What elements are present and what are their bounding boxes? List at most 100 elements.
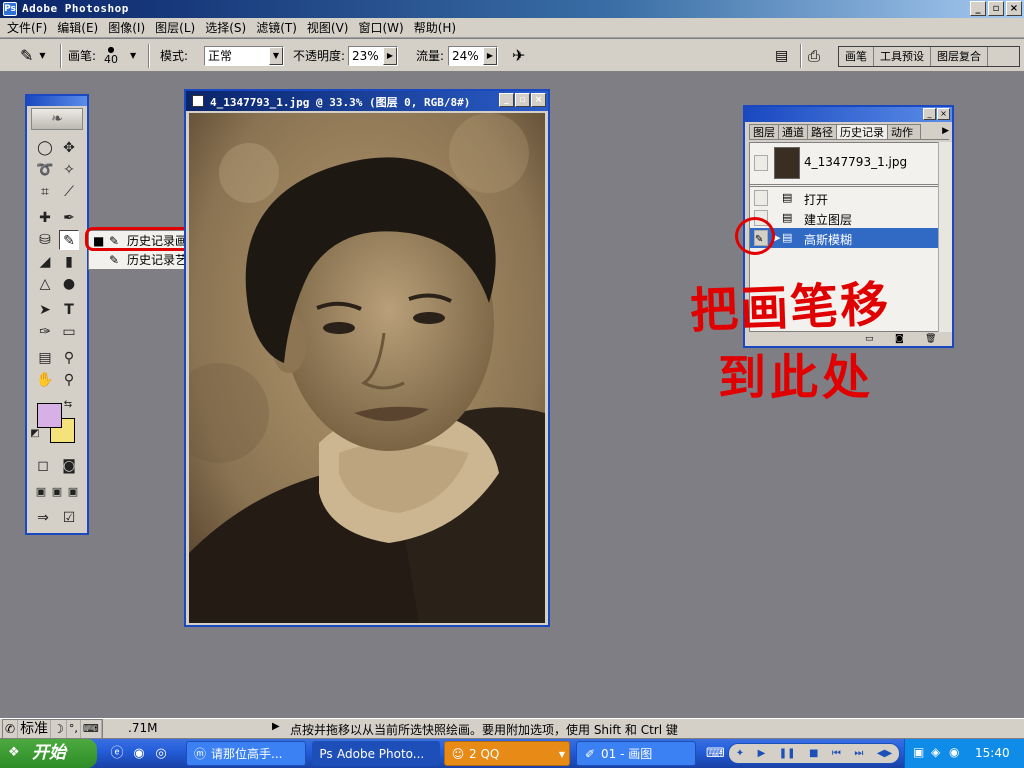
toolbox-title-bar[interactable]: [27, 96, 87, 106]
tab-paths[interactable]: 路径: [807, 124, 837, 139]
doc-minimize-button[interactable]: _: [499, 93, 514, 107]
taskbar-button-qq[interactable]: ☺ 2 QQ ▼: [444, 741, 570, 766]
taskbar-button-forum[interactable]: ⓜ 请那位高手...: [186, 741, 306, 766]
type-tool-icon[interactable]: T: [59, 300, 79, 320]
brush-dropdown-icon[interactable]: ▼: [130, 51, 136, 60]
tab-layers[interactable]: 图层: [749, 124, 779, 139]
volume-icon[interactable]: ◀▶: [877, 748, 892, 759]
doc-maximize-button[interactable]: ▫: [515, 93, 530, 107]
volume-tray-icon[interactable]: ◈: [931, 745, 940, 759]
standard-mode-icon[interactable]: ◻: [33, 456, 53, 476]
ie-icon[interactable]: ⓔ: [108, 745, 126, 763]
security-icon[interactable]: ◉: [949, 745, 959, 759]
file-browser-icon[interactable]: ▤: [775, 48, 788, 64]
flow-field[interactable]: 24% ▶: [448, 45, 498, 66]
palette-minimize-button[interactable]: _: [923, 108, 936, 120]
foreground-color-swatch[interactable]: [37, 403, 62, 428]
mode-select[interactable]: 正常 ▼: [204, 45, 284, 66]
network-icon[interactable]: ▣: [913, 745, 924, 759]
history-state[interactable]: ▤ 打开: [750, 188, 940, 208]
history-state[interactable]: ▤ 建立图层: [750, 208, 940, 228]
tab-actions[interactable]: 动作: [887, 124, 921, 139]
imageready-jump-icon[interactable]: ⇒: [33, 508, 53, 528]
clone-stamp-tool-icon[interactable]: ⛁: [35, 230, 55, 250]
menu-select[interactable]: 选择(S): [202, 19, 253, 36]
stop-icon[interactable]: ■: [809, 748, 818, 759]
ime-logo-icon[interactable]: ✆: [3, 720, 19, 738]
screen-mode-full-icon[interactable]: ▣: [63, 482, 83, 502]
close-button[interactable]: ×: [1006, 1, 1022, 16]
checkbox-icon[interactable]: ☑: [59, 508, 79, 528]
restore-button[interactable]: ▫: [988, 1, 1004, 16]
opacity-field[interactable]: 23% ▶: [348, 45, 398, 66]
blur-tool-icon[interactable]: △: [35, 274, 55, 294]
airbrush-icon[interactable]: ✈: [512, 46, 525, 65]
punctuation-icon[interactable]: °,: [67, 720, 81, 738]
menu-filter[interactable]: 滤镜(T): [253, 19, 304, 36]
player-icon[interactable]: ✦: [736, 748, 744, 759]
healing-brush-tool-icon[interactable]: ✚: [35, 208, 55, 228]
pause-icon[interactable]: ❚❚: [779, 748, 796, 759]
chevron-right-icon[interactable]: ▶: [383, 46, 397, 65]
doc-close-button[interactable]: ×: [531, 93, 546, 107]
outlook-icon[interactable]: ◎: [152, 745, 170, 763]
dodge-tool-icon[interactable]: ●: [59, 274, 79, 294]
history-brush-tool-icon[interactable]: ✎: [59, 230, 79, 250]
next-icon[interactable]: ⏭: [854, 748, 863, 759]
eyedropper-tool-icon[interactable]: ⚲: [59, 348, 79, 368]
clock[interactable]: 15:40: [975, 746, 1010, 760]
lasso-tool-icon[interactable]: ➰: [35, 160, 55, 180]
gradient-tool-icon[interactable]: ▮: [59, 252, 79, 272]
taskbar-button-photoshop[interactable]: Ps Adobe Photo...: [312, 741, 440, 766]
palette-well-icon[interactable]: ⎙: [808, 47, 820, 65]
palette-title-bar[interactable]: _ ×: [745, 107, 952, 122]
image-canvas[interactable]: [189, 113, 545, 623]
move-tool-icon[interactable]: ✥: [59, 138, 79, 158]
rectangle-tool-icon[interactable]: ▭: [59, 322, 79, 342]
snapshot-source-checkbox[interactable]: [754, 155, 768, 171]
ime-mode-label[interactable]: 标准: [18, 720, 52, 738]
slice-tool-icon[interactable]: ⟋: [59, 182, 79, 202]
minimize-button[interactable]: _: [970, 1, 986, 16]
menu-view[interactable]: 视图(V): [304, 19, 356, 36]
tab-channels[interactable]: 通道: [778, 124, 808, 139]
quick-mask-mode-icon[interactable]: ◙: [59, 456, 79, 476]
notes-tool-icon[interactable]: ▤: [35, 348, 55, 368]
pen-tool-icon[interactable]: ✑: [35, 322, 55, 342]
history-scrollbar[interactable]: [938, 142, 952, 332]
path-selection-tool-icon[interactable]: ➤: [35, 300, 55, 320]
play-icon[interactable]: ▶: [758, 748, 766, 759]
menu-file[interactable]: 文件(F): [4, 19, 54, 36]
swap-colors-icon[interactable]: ⇆: [61, 398, 75, 412]
adobe-feather-icon[interactable]: ❧: [31, 108, 83, 130]
soft-keyboard-icon[interactable]: ⌨: [81, 720, 102, 738]
chevron-right-icon[interactable]: ▶: [483, 46, 497, 65]
brush-tool-icon[interactable]: ✒: [59, 208, 79, 228]
well-tab-tool-presets[interactable]: 工具预设: [874, 47, 931, 66]
crop-tool-icon[interactable]: ⌗: [35, 182, 55, 202]
well-tab-brushes[interactable]: 画笔: [839, 47, 874, 66]
hand-tool-icon[interactable]: ✋: [35, 370, 55, 390]
taskbar-button-paint[interactable]: ✐ 01 - 画图: [576, 741, 696, 766]
document-title-bar[interactable]: 4_1347793_1.jpg @ 33.3% (图层 0, RGB/8#) _…: [186, 91, 548, 111]
menu-edit[interactable]: 编辑(E): [54, 19, 105, 36]
start-button[interactable]: ❖ 开始: [0, 739, 97, 768]
brush-picker[interactable]: ● 40: [104, 39, 118, 72]
half-width-icon[interactable]: ☽: [51, 720, 67, 738]
menu-help[interactable]: 帮助(H): [411, 19, 463, 36]
well-tab-layer-comps[interactable]: 图层复合: [931, 47, 988, 66]
state-source-checkbox[interactable]: [754, 190, 768, 206]
trash-icon[interactable]: 🗑: [925, 334, 936, 344]
history-state-selected[interactable]: ✎ ▶ ▤ 高斯模糊: [750, 228, 940, 248]
history-snapshot[interactable]: 4_1347793_1.jpg: [750, 145, 940, 181]
status-arrow-icon[interactable]: ▶: [272, 721, 280, 732]
eraser-tool-icon[interactable]: ◢: [35, 252, 55, 272]
default-colors-icon[interactable]: ◩: [29, 428, 41, 440]
menu-layer[interactable]: 图层(L): [152, 19, 202, 36]
tab-history[interactable]: 历史记录: [836, 124, 888, 139]
magic-wand-tool-icon[interactable]: ✧: [59, 160, 79, 180]
keyboard-layout-icon[interactable]: ⌨: [706, 745, 725, 763]
menu-window[interactable]: 窗口(W): [355, 19, 410, 36]
media-icon[interactable]: ◉: [130, 745, 148, 763]
menu-image[interactable]: 图像(I): [105, 19, 152, 36]
